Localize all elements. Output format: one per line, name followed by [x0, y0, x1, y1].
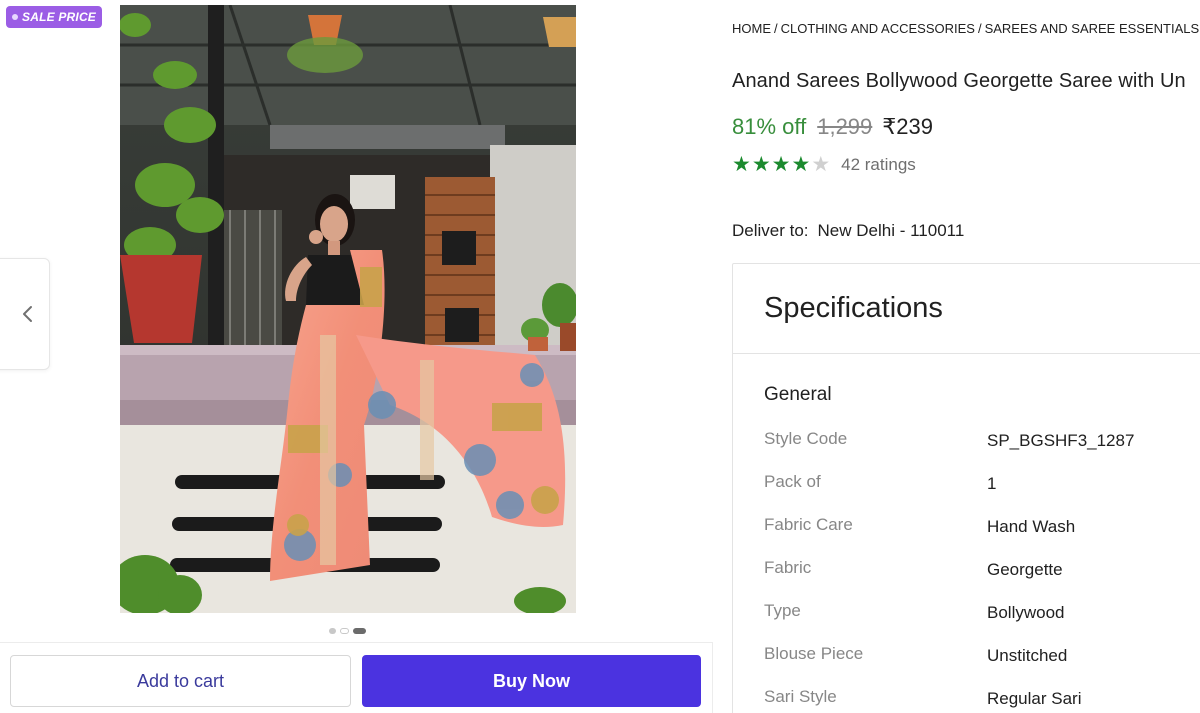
spec-row: Style Code SP_BGSHF3_1287 [764, 428, 1200, 471]
deliver-to-label: Deliver to: [732, 221, 809, 240]
rating-row: ★ ★ ★ ★ ★ 42 ratings [732, 154, 916, 176]
spec-value: Bollywood [987, 603, 1065, 622]
product-image[interactable] [120, 5, 576, 613]
spec-label: Fabric Care [764, 515, 853, 534]
spec-value: SP_BGSHF3_1287 [987, 431, 1135, 450]
spec-label: Fabric [764, 558, 812, 577]
spec-label: Blouse Piece [764, 644, 864, 663]
breadcrumb-sarees[interactable]: SAREES AND SAREE ESSENTIALS [985, 21, 1200, 36]
sale-price-label: SALE PRICE [22, 10, 97, 24]
breadcrumb: HOME / CLOTHING AND ACCESSORIES / SAREES AND… [732, 21, 1200, 36]
delivery-address[interactable]: New Delhi - 110011 [818, 221, 965, 240]
spec-label: Style Code [764, 429, 848, 448]
image-pagination [329, 628, 366, 634]
spec-row: Blouse Piece Unstitched [764, 643, 1200, 686]
spec-value: Georgette [987, 560, 1063, 579]
spec-row: Fabric Georgette [764, 557, 1200, 600]
product-gallery: SALE PRICE Add to cart Buy Now [0, 0, 715, 713]
star-rating: ★ ★ ★ ★ ★ [732, 154, 830, 176]
spec-value: 1 [987, 474, 997, 493]
spec-row: Sari Style Regular Sari [764, 686, 1200, 713]
spec-label: Sari Style [764, 687, 837, 706]
ratings-count[interactable]: 42 ratings [841, 155, 916, 175]
specifications-heading: Specifications [764, 292, 943, 324]
spec-row: Fabric Care Hand Wash [764, 514, 1200, 557]
spec-label: Pack of [764, 472, 821, 491]
spec-value: Hand Wash [987, 517, 1076, 536]
spec-group-title: General [764, 384, 832, 405]
delivery-location: Deliver to: New Delhi - 110011 [732, 221, 964, 241]
specifications-card: Specifications General Style Code SP_BGS… [732, 263, 1200, 713]
chevron-left-icon [23, 306, 32, 322]
star-filled-icon: ★ [771, 153, 791, 176]
spec-value: Regular Sari [987, 689, 1082, 708]
star-filled-icon: ★ [791, 153, 811, 176]
spec-label: Type [764, 601, 801, 620]
add-to-cart-button[interactable]: Add to cart [10, 655, 351, 707]
product-details: HOME / CLOTHING AND ACCESSORIES / SAREES AND… [732, 0, 1200, 713]
breadcrumb-home[interactable]: HOME [732, 21, 771, 36]
purchase-action-bar: Add to cart Buy Now [0, 642, 713, 713]
product-title: Anand Sarees Bollywood Georgette Saree w… [732, 70, 1186, 92]
spec-row: Type Bollywood [764, 600, 1200, 643]
spec-row: Pack of 1 [764, 471, 1200, 514]
star-empty-icon: ★ [811, 153, 831, 176]
pagination-dot[interactable] [329, 628, 336, 634]
original-price: 1,299 [817, 114, 873, 139]
previous-image-button[interactable] [0, 258, 50, 370]
pagination-dot-active[interactable] [353, 628, 366, 634]
sale-price-badge: SALE PRICE [6, 6, 103, 28]
discount-percent: 81% off [732, 114, 807, 139]
star-filled-icon: ★ [732, 153, 751, 176]
breadcrumb-clothing[interactable]: CLOTHING AND ACCESSORIES [781, 21, 975, 36]
star-filled-icon: ★ [751, 153, 771, 176]
pagination-dot[interactable] [340, 628, 349, 634]
selling-price: ₹239 [882, 114, 933, 139]
spec-table: Style Code SP_BGSHF3_1287 Pack of 1 Fabr… [764, 428, 1200, 713]
divider [733, 353, 1200, 354]
product-photo-illustration [120, 5, 576, 613]
price-row: 81% off 1,299 ₹239 [732, 114, 933, 140]
badge-dot-icon [12, 14, 18, 20]
buy-now-button[interactable]: Buy Now [362, 655, 701, 707]
spec-value: Unstitched [987, 646, 1068, 665]
